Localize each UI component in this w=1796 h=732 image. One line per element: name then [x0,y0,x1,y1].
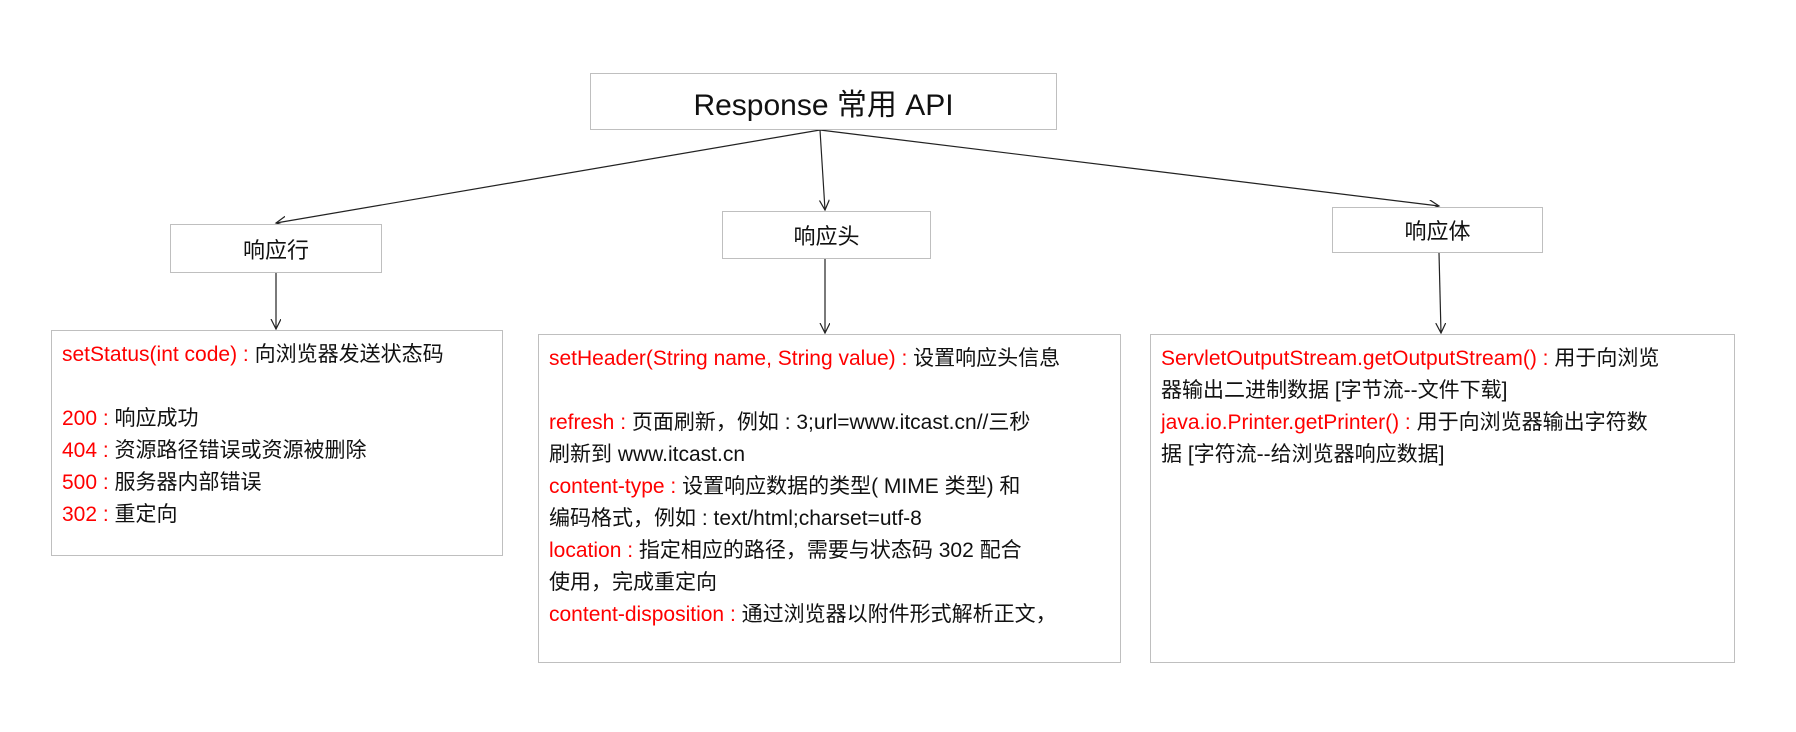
arrow-body-detail [1439,252,1441,333]
detail-line: ServletOutputStream.getOutputStream() : … [1161,343,1724,375]
node-response-header: 响应头 [722,211,931,259]
api-description: 设置响应头信息 [913,347,1061,370]
root-title-text: Response 常用 API [693,88,954,122]
node-label: 响应体 [1404,219,1471,244]
detail-line: content-type : 设置响应数据的类型( MIME 类型) 和 [549,471,1110,503]
api-description: 使用，完成重定向 [549,571,717,594]
node-label: 响应头 [793,224,860,249]
detail-line: 刷新到 www.itcast.cn [549,439,1110,471]
api-key: 302 : [62,503,115,526]
detail-line: 编码格式，例如 : text/html;charset=utf-8 [549,503,1110,535]
detail-line: 使用，完成重定向 [549,567,1110,599]
api-key: java.io.Printer.getPrinter() : [1161,411,1417,434]
detail-line [62,371,492,403]
api-description: 设置响应数据的类型( MIME 类型) 和 [682,475,1021,498]
api-description: 器输出二进制数据 [字节流--文件下载] [1161,379,1508,402]
node-response-body: 响应体 [1332,207,1543,253]
root-node-title: Response 常用 API [590,73,1057,130]
api-key: refresh : [549,411,632,434]
api-description: 指定相应的路径，需要与状态码 302 配合 [638,539,1022,562]
api-key: location : [549,539,639,562]
detail-line: 302 : 重定向 [62,499,492,531]
api-description: 资源路径错误或资源被删除 [114,439,367,462]
api-key: 200 : [62,407,115,430]
api-key: 404 : [62,439,115,462]
detail-line: setStatus(int code) : 向浏览器发送状态码 [62,339,492,371]
api-key: setHeader(String name, String value) : [549,347,914,370]
arrow-to-response-body [819,129,1439,206]
api-key: 500 : [62,471,115,494]
api-description: 刷新到 www.itcast.cn [549,443,746,466]
detail-line: location : 指定相应的路径，需要与状态码 302 配合 [549,535,1110,567]
api-description: 编码格式，例如 : text/html;charset=utf-8 [549,507,922,530]
detail-box-response-line: setStatus(int code) : 向浏览器发送状态码 200 : 响应成… [51,330,503,556]
detail-box-response-header: setHeader(String name, String value) : 设… [538,334,1121,663]
api-description: 页面刷新，例如 : 3;url=www.itcast.cn//三秒 [631,411,1031,434]
api-description: 响应成功 [114,407,199,430]
detail-line: java.io.Printer.getPrinter() : 用于向浏览器输出字… [1161,407,1724,439]
arrow-to-response-line [276,129,821,223]
node-response-line: 响应行 [170,224,382,273]
detail-line: setHeader(String name, String value) : 设… [549,343,1110,375]
api-description: 用于向浏览器输出字符数 [1416,411,1648,434]
api-description: 用于向浏览 [1554,347,1660,370]
api-key: content-disposition : [549,603,742,626]
detail-line: 500 : 服务器内部错误 [62,467,492,499]
detail-line: 器输出二进制数据 [字节流--文件下载] [1161,375,1724,407]
api-key: ServletOutputStream.getOutputStream() : [1161,347,1555,370]
detail-line: 200 : 响应成功 [62,403,492,435]
api-description: 据 [字符流--给浏览器响应数据] [1161,443,1445,466]
detail-line: content-disposition : 通过浏览器以附件形式解析正文， [549,599,1110,631]
detail-line: 404 : 资源路径错误或资源被删除 [62,435,492,467]
api-description: 服务器内部错误 [114,471,262,494]
api-description: 重定向 [114,503,178,526]
api-description: 向浏览器发送状态码 [254,343,444,366]
arrow-to-response-header [820,129,825,210]
api-description: 通过浏览器以附件形式解析正文， [741,603,1057,626]
api-key: setStatus(int code) : [62,343,255,366]
api-key: content-type : [549,475,683,498]
node-label: 响应行 [242,237,309,263]
detail-line [549,375,1110,407]
detail-line: 据 [字符流--给浏览器响应数据] [1161,439,1724,471]
detail-line: refresh : 页面刷新，例如 : 3;url=www.itcast.cn/… [549,407,1110,439]
detail-box-response-body: ServletOutputStream.getOutputStream() : … [1150,334,1735,663]
